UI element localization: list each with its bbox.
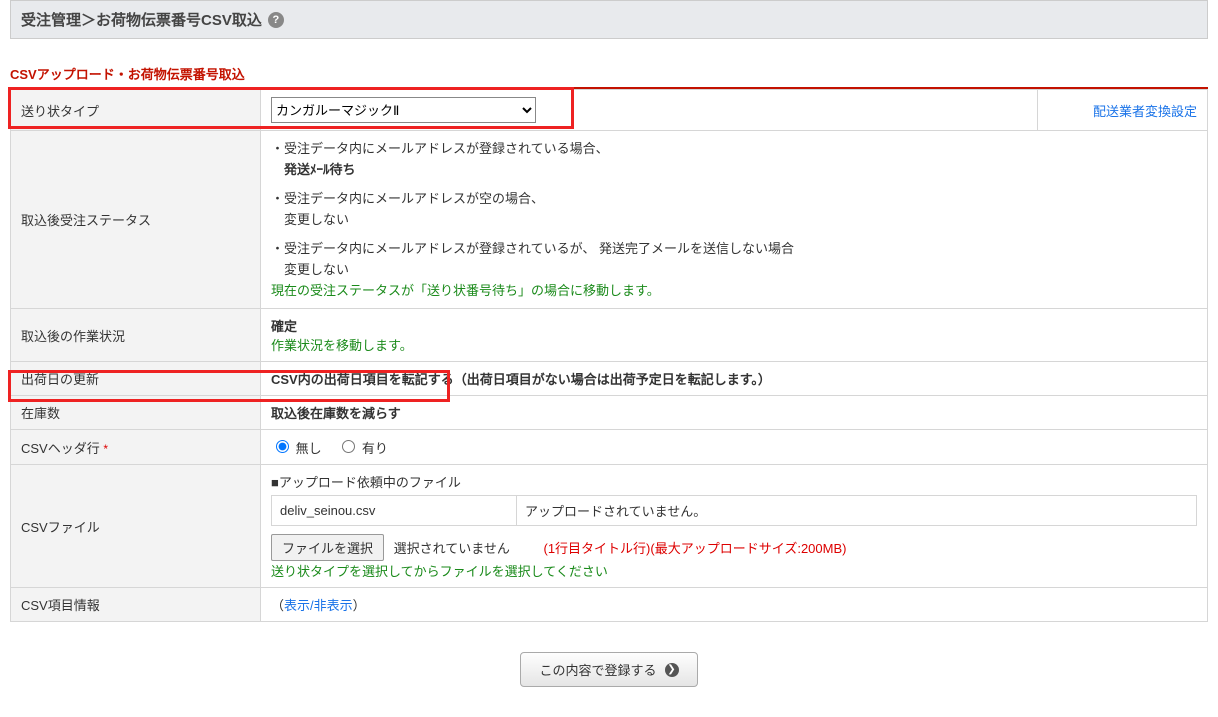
upload-state: アップロードされていません。 <box>517 496 1197 526</box>
upload-heading: ■アップロード依頼中のファイル <box>271 472 1197 491</box>
value-csv-columns: （表示/非表示） <box>261 588 1208 622</box>
chevron-right-icon: ❯ <box>665 663 679 677</box>
radio-header-exist[interactable] <box>342 440 355 453</box>
radio-header-exist-label[interactable]: 有り <box>337 441 388 456</box>
value-work-status: 確定 作業状況を移動します。 <box>261 309 1208 362</box>
label-status-after: 取込後受注ステータス <box>11 131 261 309</box>
upload-file-table: deliv_seinou.csv アップロードされていません。 <box>271 495 1197 526</box>
submit-button[interactable]: この内容で登録する ❯ <box>520 652 697 687</box>
form-table: 送り状タイプ カンガルーマジックⅡ 配送業者変換設定 取込後受注ステータス ・受… <box>10 89 1208 622</box>
label-work-status: 取込後の作業状況 <box>11 309 261 362</box>
value-header-row: 無し 有り <box>261 430 1208 465</box>
radio-header-none-label[interactable]: 無し <box>271 441 325 456</box>
value-csv-file: ■アップロード依頼中のファイル deliv_seinou.csv アップロードさ… <box>261 465 1208 588</box>
breadcrumb-text: 受注管理＞お荷物伝票番号CSV取込 <box>21 9 262 30</box>
label-ship-date: 出荷日の更新 <box>11 362 261 396</box>
choose-file-button[interactable]: ファイルを選択 <box>271 534 384 561</box>
value-status-after: ・受注データ内にメールアドレスが登録されている場合、 発送ﾒｰﾙ待ち ・受注デー… <box>261 131 1208 309</box>
label-header-row: CSVヘッダ行 * <box>11 430 261 465</box>
csv-file-hint: 送り状タイプを選択してからファイルを選択してください <box>271 561 1197 580</box>
choose-file-status: 選択されていません <box>394 541 510 556</box>
upload-filename: deliv_seinou.csv <box>272 496 517 526</box>
label-csv-columns: CSV項目情報 <box>11 588 261 622</box>
invoice-type-select[interactable]: カンガルーマジックⅡ <box>271 97 536 123</box>
radio-header-none[interactable] <box>276 440 289 453</box>
label-invoice-type: 送り状タイプ <box>11 90 261 131</box>
carrier-convert-link[interactable]: 配送業者変換設定 <box>1093 104 1197 119</box>
label-stock: 在庫数 <box>11 396 261 430</box>
upload-note: (1行目タイトル行)(最大アップロードサイズ:200MB) <box>544 541 847 556</box>
value-ship-date: CSV内の出荷日項目を転記する（出荷日項目がない場合は出荷予定日を転記します。） <box>261 362 1208 396</box>
toggle-columns-link[interactable]: 表示/非表示 <box>284 598 353 613</box>
help-icon[interactable]: ? <box>268 12 284 28</box>
label-csv-file: CSVファイル <box>11 465 261 588</box>
value-stock: 取込後在庫数を減らす <box>261 396 1208 430</box>
breadcrumb: 受注管理＞お荷物伝票番号CSV取込 ? <box>10 0 1208 39</box>
section-title: CSVアップロード・お荷物伝票番号取込 <box>10 64 1208 83</box>
